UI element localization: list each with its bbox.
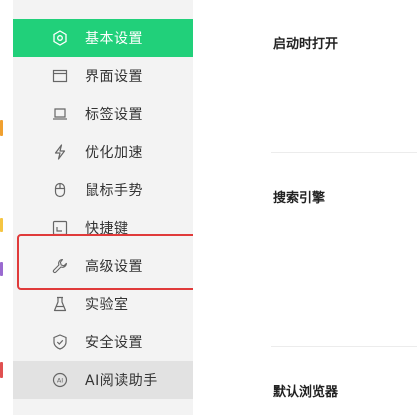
strip-mark-yellow <box>0 218 3 232</box>
settings-sidebar: 基本设置 界面设置 标签设置 优化加速 鼠标手势 快捷键 高级设置 实验室 安全… <box>13 0 193 415</box>
sidebar-item-label: 基本设置 <box>85 31 143 47</box>
sidebar-item-advanced-settings[interactable]: 高级设置 <box>13 247 193 285</box>
sidebar-item-mouse-gesture[interactable]: 鼠标手势 <box>13 171 193 209</box>
svg-text:AI: AI <box>57 377 63 385</box>
section-divider <box>271 152 417 153</box>
sidebar-item-security-settings[interactable]: 安全设置 <box>13 323 193 361</box>
lightning-icon <box>51 143 69 161</box>
sidebar-item-shortcuts[interactable]: 快捷键 <box>13 209 193 247</box>
sidebar-item-lab[interactable]: 实验室 <box>13 285 193 323</box>
flask-icon <box>51 295 69 313</box>
sidebar-item-label: 高级设置 <box>85 259 143 275</box>
sidebar-item-interface-settings[interactable]: 界面设置 <box>13 57 193 95</box>
strip-mark-purple <box>0 262 3 276</box>
sidebar-item-label: 实验室 <box>85 297 129 313</box>
sidebar-item-label: 安全设置 <box>85 335 143 351</box>
sidebar-item-label: AI阅读助手 <box>85 373 158 389</box>
mouse-icon <box>51 181 69 199</box>
strip-mark-orange <box>0 120 3 136</box>
shortcut-icon <box>51 219 69 237</box>
sidebar-item-label: 快捷键 <box>85 221 129 237</box>
section-title-startup: 启动时打开 <box>273 37 339 52</box>
section-title-search-engine: 搜索引擎 <box>273 191 326 206</box>
sidebar-item-label: 优化加速 <box>85 145 143 161</box>
sidebar-top-spacer <box>13 0 193 19</box>
window-icon <box>51 67 69 85</box>
sidebar-item-basic-settings[interactable]: 基本设置 <box>13 19 193 57</box>
shield-icon <box>51 333 69 351</box>
sidebar-item-label: 鼠标手势 <box>85 183 143 199</box>
wrench-icon <box>51 257 69 275</box>
tab-icon <box>51 105 69 123</box>
sidebar-item-tab-settings[interactable]: 标签设置 <box>13 95 193 133</box>
strip-mark-red <box>0 362 3 378</box>
sidebar-item-label: 标签设置 <box>85 107 143 123</box>
gear-icon <box>51 29 69 47</box>
sidebar-item-optimize[interactable]: 优化加速 <box>13 133 193 171</box>
section-title-default-browser: 默认浏览器 <box>273 385 339 400</box>
ai-icon: AI <box>51 371 69 389</box>
sidebar-item-ai-reading-assistant[interactable]: AI AI阅读助手 <box>13 361 193 399</box>
section-divider <box>271 346 417 347</box>
left-edge-strip <box>0 0 13 415</box>
settings-content: 启动时打开 搜索引擎 默认浏览器 <box>193 0 417 415</box>
sidebar-item-label: 界面设置 <box>85 69 143 85</box>
